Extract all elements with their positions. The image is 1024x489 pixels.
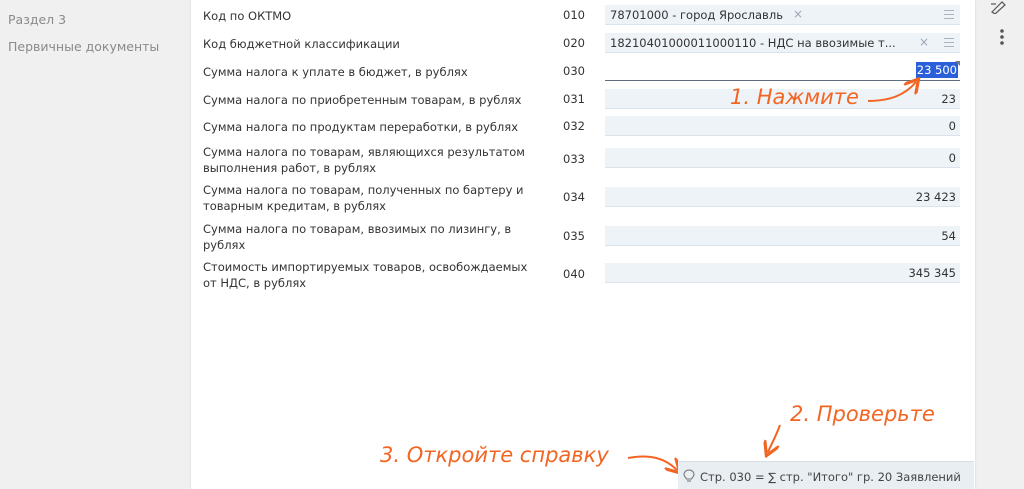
list-icon[interactable] bbox=[944, 38, 954, 50]
row-label-030: Сумма налога к уплате в бюджет, в рублях bbox=[203, 65, 468, 79]
sidebar-item-label: Первичные документы bbox=[8, 39, 160, 54]
list-icon[interactable] bbox=[944, 10, 954, 22]
field-value: 78701000 - город Ярославль bbox=[610, 8, 783, 22]
field-value: 23 bbox=[941, 92, 956, 106]
sidebar: Раздел 3 Первичные документы bbox=[0, 0, 190, 489]
clear-icon[interactable]: × bbox=[793, 7, 803, 21]
annotation-step-3: 3. Откройте справку bbox=[380, 443, 609, 467]
row-label-040: Стоимость импортируемых товаров, освобож… bbox=[203, 260, 528, 290]
field-value: 23 500 bbox=[915, 62, 958, 78]
annotation-step-2: 2. Проверьте bbox=[790, 402, 935, 426]
hint-text: Стр. 030 = ∑ стр. "Итого" гр. 20 Заявлен… bbox=[700, 470, 961, 484]
lightbulb-icon[interactable] bbox=[683, 469, 695, 486]
field-value: 18210401000011000110 - НДС на ввозимые т… bbox=[610, 36, 896, 50]
row-code-020: 020 bbox=[563, 36, 585, 50]
row-label-035: Сумма налога по товарам, ввозимых по лиз… bbox=[203, 222, 512, 252]
row-label-010: Код по ОКТМО bbox=[203, 9, 292, 23]
kbk-field[interactable]: 18210401000011000110 - НДС на ввозимые т… bbox=[605, 33, 960, 53]
row-label-020: Код бюджетной классификации bbox=[203, 37, 400, 51]
row-label-034: Сумма налога по товарам, полученных по б… bbox=[203, 183, 524, 213]
row-label-033: Сумма налога по товарам, являющихся резу… bbox=[203, 145, 525, 175]
row-code-040: 040 bbox=[563, 267, 585, 281]
tax-processed-products-field[interactable]: 0 bbox=[605, 116, 960, 136]
field-value: 54 bbox=[941, 229, 956, 243]
tax-leasing-field[interactable]: 54 bbox=[605, 226, 960, 246]
annotation-step-1: 1. Нажмите bbox=[730, 85, 859, 109]
sidebar-item-section-3[interactable]: Раздел 3 bbox=[8, 12, 66, 27]
field-value: 0 bbox=[948, 119, 956, 133]
row-label-031: Сумма налога по приобретенным товарам, в… bbox=[203, 93, 522, 107]
field-value: 0 bbox=[948, 151, 956, 165]
row-code-031: 031 bbox=[563, 92, 585, 106]
row-code-033: 033 bbox=[563, 152, 585, 166]
sidebar-item-primary-documents[interactable]: Первичные документы bbox=[8, 39, 159, 54]
row-code-035: 035 bbox=[563, 229, 585, 243]
row-code-030: 030 bbox=[563, 64, 585, 78]
clear-icon[interactable]: × bbox=[919, 35, 929, 49]
more-vertical-icon[interactable] bbox=[999, 28, 1005, 49]
oktmo-field[interactable]: 78701000 - город Ярославль × bbox=[605, 5, 960, 25]
right-toolbar bbox=[976, 0, 1024, 489]
tax-barter-field[interactable]: 23 423 bbox=[605, 187, 960, 207]
row-code-010: 010 bbox=[563, 8, 585, 22]
field-value: 345 345 bbox=[908, 266, 956, 280]
row-code-032: 032 bbox=[563, 119, 585, 133]
exempt-imports-field[interactable]: 345 345 bbox=[605, 263, 960, 283]
corner-marker-icon bbox=[955, 61, 960, 66]
sidebar-item-label: Раздел 3 bbox=[8, 12, 67, 27]
hint-bar[interactable]: Стр. 030 = ∑ стр. "Итого" гр. 20 Заявлен… bbox=[678, 461, 974, 489]
tax-payable-field[interactable]: 23 500 bbox=[605, 61, 960, 81]
row-label-032: Сумма налога по продуктам переработки, в… bbox=[203, 120, 519, 134]
edit-icon[interactable] bbox=[990, 0, 1008, 17]
row-code-034: 034 bbox=[563, 190, 585, 204]
field-value: 23 423 bbox=[915, 190, 956, 204]
tax-work-results-field[interactable]: 0 bbox=[605, 148, 960, 168]
